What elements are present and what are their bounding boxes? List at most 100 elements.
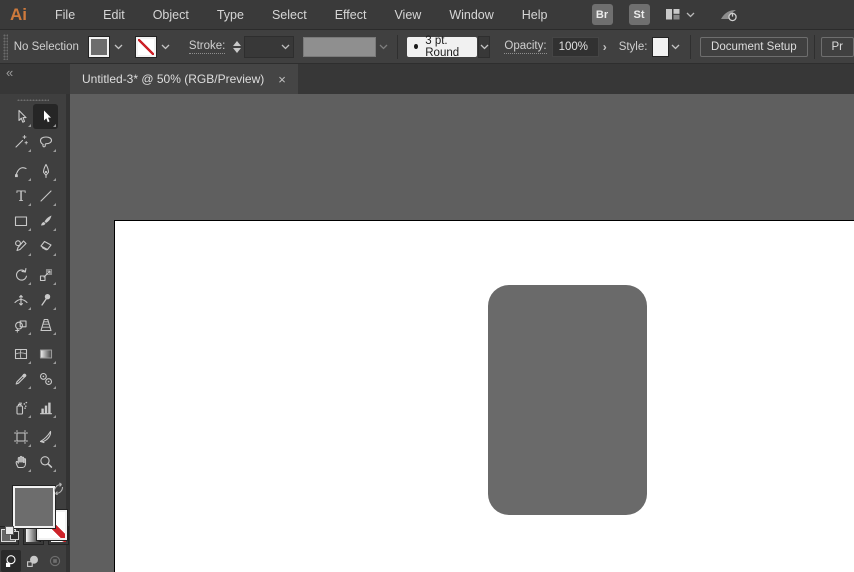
document-setup-button[interactable]: Document Setup	[700, 36, 808, 57]
hand-tool[interactable]	[8, 449, 33, 474]
stepper-up-icon[interactable]	[233, 40, 242, 46]
puppet-warp-tool[interactable]	[33, 287, 58, 312]
drawn-rounded-rectangle-shape[interactable]	[488, 285, 647, 515]
blend-tool-icon	[39, 372, 52, 386]
menu-item-window[interactable]: Window	[435, 0, 507, 30]
flyout-corner-icon	[28, 307, 31, 311]
fill-stroke-widget	[0, 482, 68, 542]
workspace-switcher[interactable]	[665, 7, 695, 22]
column-graph-tool[interactable]	[33, 395, 58, 420]
stroke-weight-label[interactable]: Stroke:	[188, 40, 226, 54]
control-bar-grip[interactable]	[3, 33, 8, 60]
stroke-color-swatch-none[interactable]	[134, 35, 157, 58]
stroke-weight-stepper[interactable]	[233, 40, 242, 53]
gradient-tool[interactable]	[33, 341, 58, 366]
draw-normal-mode-icon	[6, 555, 16, 567]
toolbar-collapse-icon[interactable]: «	[6, 65, 13, 80]
scale-tool[interactable]	[33, 262, 58, 287]
tools-panel: T	[0, 94, 70, 572]
type-tool[interactable]: T	[8, 183, 33, 208]
menu-item-type[interactable]: Type	[203, 0, 258, 30]
flyout-corner-icon	[28, 228, 31, 232]
menu-item-effect[interactable]: Effect	[321, 0, 381, 30]
eraser-tool[interactable]	[33, 233, 58, 258]
stroke-color-control[interactable]	[134, 35, 173, 58]
opacity-label[interactable]: Opacity:	[504, 40, 547, 54]
menu-item-edit[interactable]: Edit	[89, 0, 139, 30]
menu-item-file[interactable]: File	[41, 0, 89, 30]
menu-item-help[interactable]: Help	[508, 0, 562, 30]
brush-definition-field[interactable]: 3 pt. Round	[406, 34, 478, 59]
style-label: Style:	[618, 40, 648, 53]
chevron-down-icon	[114, 44, 123, 49]
perspective-grid-tool-icon	[39, 318, 52, 332]
perspective-grid-tool[interactable]	[33, 312, 58, 337]
stroke-color-dropdown-button[interactable]	[158, 37, 173, 57]
flyout-corner-icon	[28, 253, 31, 257]
fill-color-swatch[interactable]	[87, 35, 110, 58]
draw-behind-mode-icon	[27, 555, 38, 567]
artboard-tool[interactable]	[8, 424, 33, 449]
line-segment-tool[interactable]	[33, 183, 58, 208]
artboard[interactable]	[114, 220, 854, 572]
column-graph-tool-icon	[39, 402, 52, 415]
flyout-corner-icon	[53, 124, 56, 128]
menu-item-object[interactable]: Object	[139, 0, 203, 30]
selection-tool[interactable]	[8, 104, 33, 129]
direct-selection-tool[interactable]	[33, 104, 58, 130]
swap-fill-stroke-icon[interactable]	[52, 482, 65, 500]
flyout-corner-icon	[28, 124, 31, 128]
symbol-sprayer-tool[interactable]	[8, 395, 33, 420]
zoom-tool[interactable]	[33, 449, 58, 474]
preferences-button[interactable]: Pr	[820, 36, 854, 57]
document-tab[interactable]: Untitled-3* @ 50% (RGB/Preview) ×	[70, 64, 298, 94]
magic-wand-tool-icon	[14, 135, 28, 148]
magic-wand-tool[interactable]	[8, 129, 33, 154]
gpu-performance-icon	[720, 9, 737, 21]
draw-normal-mode[interactable]	[1, 550, 21, 572]
graphic-style-swatch[interactable]	[652, 36, 669, 57]
stroke-weight-dropdown[interactable]	[244, 35, 294, 58]
artboard-tool-icon	[13, 430, 28, 444]
menu-item-select[interactable]: Select	[258, 0, 321, 30]
blend-tool[interactable]	[33, 366, 58, 391]
opacity-input[interactable]: 100%	[551, 36, 599, 57]
gradient-tool-icon	[39, 349, 52, 359]
shape-builder-tool[interactable]	[8, 312, 33, 337]
opacity-expander-icon[interactable]: ›	[603, 40, 607, 54]
flyout-corner-icon	[28, 282, 31, 286]
separator	[397, 34, 398, 59]
flyout-corner-icon	[53, 282, 56, 286]
width-tool[interactable]	[8, 287, 33, 312]
gpu-performance-indicator[interactable]	[719, 6, 741, 24]
rotate-tool[interactable]	[8, 262, 33, 287]
brush-definition-value: 3 pt. Round	[425, 34, 460, 59]
graphic-style-dropdown-button[interactable]	[670, 37, 682, 57]
canvas-area[interactable]	[70, 94, 854, 572]
lasso-tool[interactable]	[33, 129, 58, 154]
draw-behind-mode[interactable]	[23, 550, 43, 572]
shaper-tool[interactable]	[8, 233, 33, 258]
tools-panel-grip[interactable]	[17, 99, 49, 102]
eyedropper-tool[interactable]	[8, 366, 33, 391]
mesh-tool[interactable]	[8, 341, 33, 366]
fill-color-control[interactable]	[87, 35, 126, 58]
default-fill-stroke-icon[interactable]	[5, 526, 19, 541]
stepper-down-icon[interactable]	[233, 47, 242, 53]
brush-definition-dropdown-button[interactable]	[478, 35, 491, 58]
type-tool-icon: T	[16, 189, 26, 204]
chevron-down-icon	[161, 44, 170, 49]
rectangle-tool[interactable]	[8, 208, 33, 233]
close-tab-icon[interactable]: ×	[278, 73, 286, 86]
paintbrush-tool[interactable]	[33, 208, 58, 233]
flyout-corner-icon	[28, 361, 31, 365]
menu-item-view[interactable]: View	[380, 0, 435, 30]
draw-inside-mode-icon	[49, 555, 61, 567]
pen-tool[interactable]	[33, 158, 58, 183]
fill-proxy-swatch[interactable]	[12, 485, 56, 530]
bridge-button[interactable]: Br	[591, 4, 613, 25]
stock-button[interactable]: St	[628, 4, 650, 25]
curvature-tool[interactable]	[8, 158, 33, 183]
slice-tool[interactable]	[33, 424, 58, 449]
fill-color-dropdown-button[interactable]	[111, 37, 126, 57]
